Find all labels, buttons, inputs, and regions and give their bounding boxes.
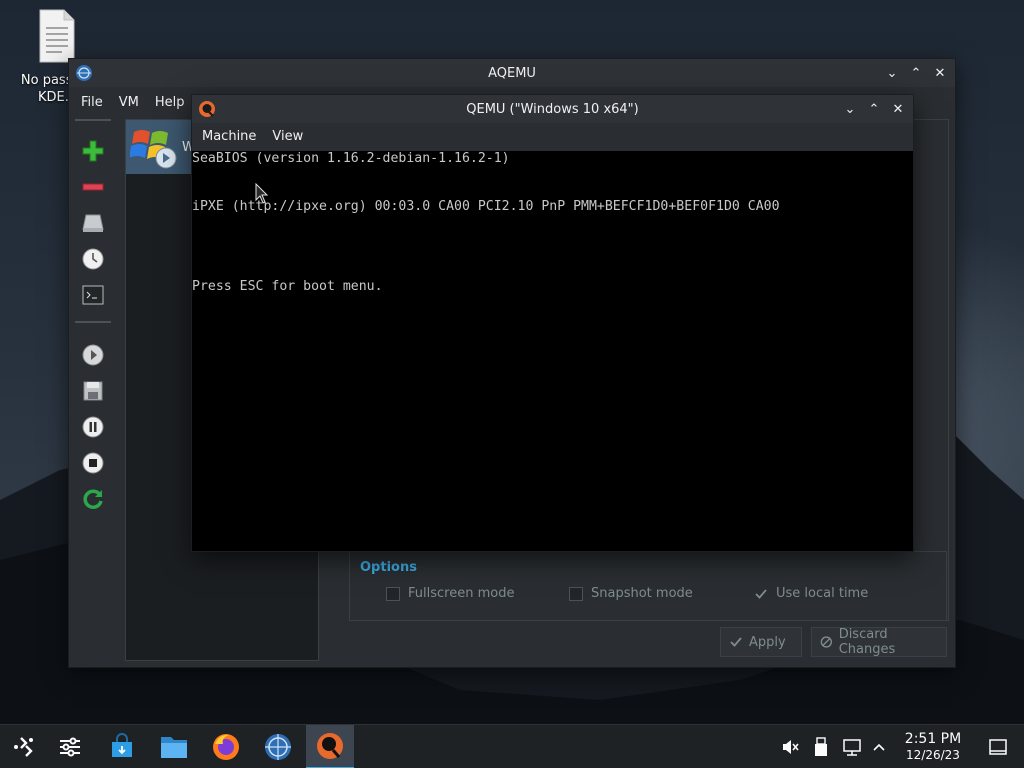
aqemu-task-button[interactable] (254, 725, 302, 768)
plus-icon (82, 140, 104, 162)
snapshot-mode-label: Snapshot mode (591, 586, 693, 601)
network-button[interactable] (840, 725, 864, 768)
minimize-icon[interactable]: ⌄ (841, 100, 859, 118)
network-wired-icon (843, 739, 861, 756)
options-groupbox: Options Fullscreen mode Snapshot mode Us… (349, 551, 947, 621)
application-launcher-button[interactable] (0, 725, 48, 768)
terminal-icon (82, 285, 104, 305)
clock-date: 12/26/23 (906, 748, 960, 762)
maximize-icon[interactable]: ⌃ (865, 100, 883, 118)
use-local-time-checkbox[interactable]: Use local time (754, 586, 868, 601)
show-desktop-button[interactable] (984, 725, 1012, 768)
terminal-button[interactable] (75, 277, 111, 313)
application-launcher-icon (14, 737, 33, 757)
storage-button[interactable] (75, 205, 111, 241)
volume-muted-button[interactable] (778, 725, 802, 768)
file-manager-button[interactable] (150, 725, 198, 768)
refresh-icon (83, 489, 103, 509)
close-icon[interactable]: ✕ (889, 100, 907, 118)
discover-store-button[interactable] (98, 725, 146, 768)
usb-drive-icon (815, 737, 827, 756)
qemu-app-icon (199, 101, 215, 117)
checkmark-icon (755, 588, 767, 599)
volume-muted-icon (783, 740, 799, 754)
save-state-button[interactable] (75, 373, 111, 409)
menu-vm[interactable]: VM (111, 95, 147, 110)
mouse-cursor-icon (255, 183, 269, 204)
add-vm-button[interactable] (75, 133, 111, 169)
discover-store-icon (112, 733, 132, 757)
aqemu-toolbar (75, 119, 111, 517)
qemu-icon (317, 733, 343, 759)
discard-changes-label: Discard Changes (838, 627, 896, 657)
checkbox-box (569, 586, 583, 601)
windows-vm-icon (130, 130, 177, 169)
play-icon (82, 344, 104, 366)
aqemu-titlebar[interactable]: AQEMU ⌄ ⌃ ✕ (69, 59, 955, 87)
clock-time: 2:51 PM (904, 731, 962, 747)
fullscreen-mode-label: Fullscreen mode (408, 586, 515, 601)
stop-icon (82, 452, 104, 474)
digital-clock[interactable]: 2:51 PM 12/26/23 (896, 731, 970, 763)
menu-view[interactable]: View (264, 129, 311, 144)
maximize-icon[interactable]: ⌃ (907, 64, 925, 82)
options-title: Options (360, 560, 417, 575)
system-settings-button[interactable] (46, 725, 94, 768)
firefox-icon (213, 734, 239, 760)
qemu-window: QEMU ("Windows 10 x64") ⌄ ⌃ ✕ Machine Vi… (191, 94, 914, 552)
apply-label: Apply (749, 634, 786, 650)
qemu-menubar: Machine View (192, 123, 913, 149)
stop-vm-button[interactable] (75, 445, 111, 481)
aqemu-icon (265, 734, 291, 760)
toolbar-separator (75, 321, 111, 323)
chevron-up-icon (873, 743, 885, 751)
hard-disk-icon (82, 214, 104, 232)
discard-changes-button[interactable]: Discard Changes (811, 627, 947, 657)
apply-button[interactable]: Apply (720, 627, 802, 657)
qemu-titlebar[interactable]: QEMU ("Windows 10 x64") ⌄ ⌃ ✕ (192, 95, 913, 123)
show-hidden-icons-button[interactable] (870, 725, 888, 768)
console-line: SeaBIOS (version 1.16.2-debian-1.16.2-1) (192, 151, 510, 166)
firefox-button[interactable] (202, 725, 250, 768)
minus-icon (82, 183, 104, 191)
floppy-icon (83, 381, 103, 401)
console-line: iPXE (http://ipxe.org) 00:03.0 CA00 PCI2… (192, 199, 780, 214)
checkbox-box (386, 586, 400, 601)
aqemu-app-icon (76, 65, 92, 81)
menu-file[interactable]: File (73, 95, 111, 110)
cancel-icon (820, 636, 833, 648)
use-local-time-label: Use local time (776, 586, 869, 601)
menu-machine[interactable]: Machine (194, 129, 264, 144)
clock-button[interactable] (75, 241, 111, 277)
show-desktop-icon (989, 739, 1007, 755)
taskbar: 2:51 PM 12/26/23 (0, 724, 1024, 768)
toolbar-separator (75, 119, 111, 121)
qemu-task-button[interactable] (306, 725, 354, 768)
reset-vm-button[interactable] (75, 481, 111, 517)
file-manager-icon (161, 737, 187, 758)
checkmark-icon (730, 637, 742, 647)
snapshot-mode-checkbox[interactable]: Snapshot mode (569, 586, 693, 601)
console-line: Press ESC for boot menu. (192, 279, 383, 294)
close-icon[interactable]: ✕ (931, 64, 949, 82)
minimize-icon[interactable]: ⌄ (883, 64, 901, 82)
system-settings-icon (60, 737, 80, 757)
clock-icon (82, 248, 104, 270)
remove-vm-button[interactable] (75, 169, 111, 205)
removable-devices-button[interactable] (810, 725, 832, 768)
vm-display[interactable]: SeaBIOS (version 1.16.2-debian-1.16.2-1)… (192, 151, 913, 551)
qemu-window-title: QEMU ("Windows 10 x64") (466, 101, 639, 117)
pause-vm-button[interactable] (75, 409, 111, 445)
fullscreen-mode-checkbox[interactable]: Fullscreen mode (386, 586, 514, 601)
text-document-icon (39, 9, 75, 63)
menu-help[interactable]: Help (147, 95, 193, 110)
aqemu-window-title: AQEMU (488, 65, 536, 81)
start-vm-button[interactable] (75, 337, 111, 373)
pause-icon (82, 416, 104, 438)
